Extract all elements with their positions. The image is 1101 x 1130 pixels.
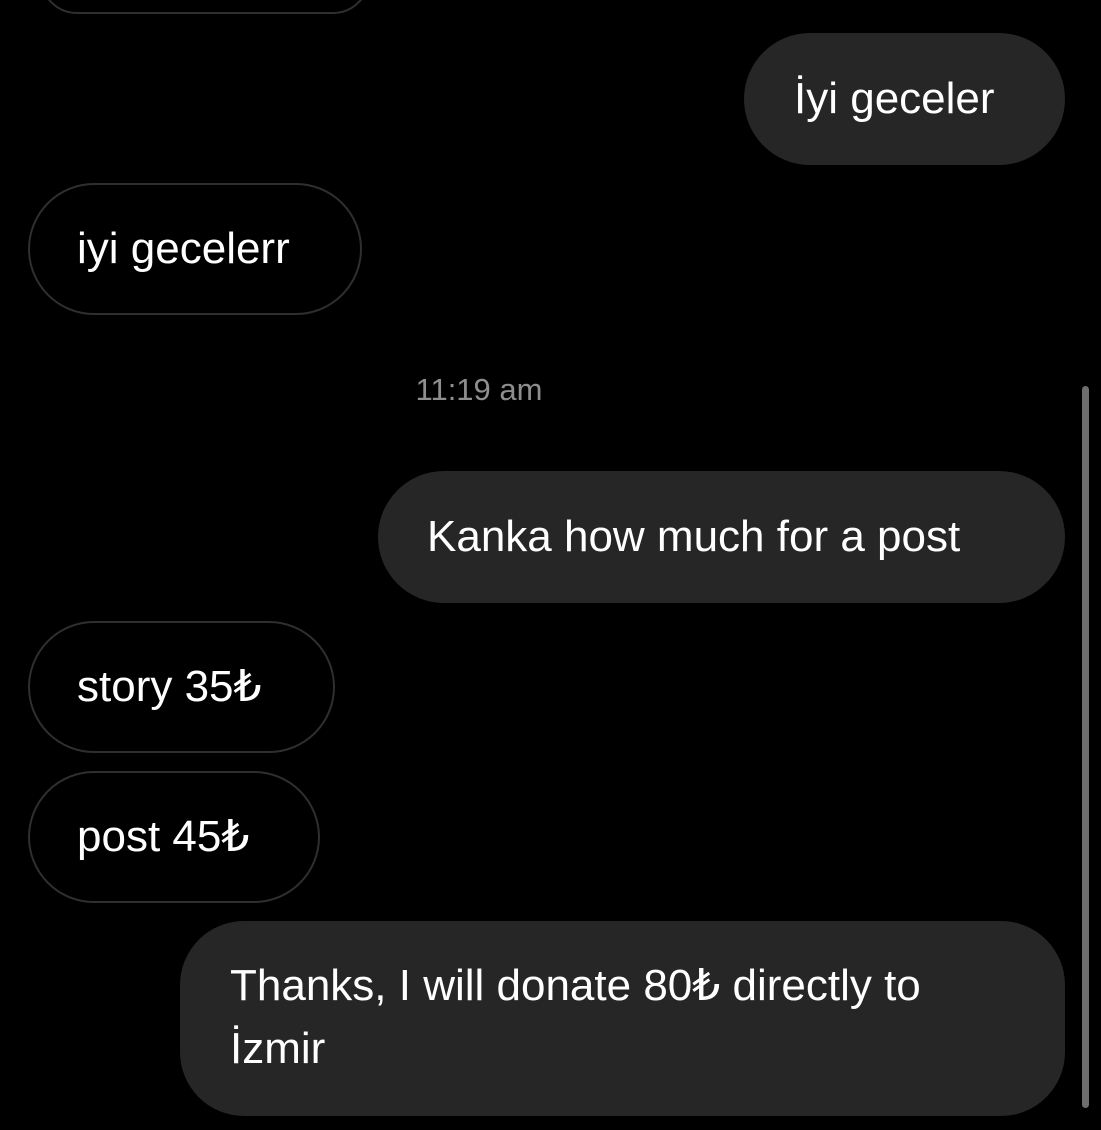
message-text: iyi gecelerr xyxy=(77,224,290,273)
message-text: story 35₺ xyxy=(77,662,262,711)
incoming-message-bubble[interactable]: iyi gecelerr xyxy=(28,183,362,315)
message-text: Kanka how much for a post xyxy=(427,512,961,561)
incoming-message-bubble[interactable]: story 35₺ xyxy=(28,621,335,753)
outgoing-message-bubble[interactable]: İyi geceler xyxy=(744,33,1065,165)
chat-thread: İyi geceler iyi gecelerr 11:19 am Kanka … xyxy=(0,0,1101,1130)
scrollbar[interactable] xyxy=(1082,386,1089,1108)
outgoing-message-bubble[interactable]: Kanka how much for a post xyxy=(378,471,1065,603)
message-timestamp: 11:19 am xyxy=(415,372,543,407)
incoming-message-bubble-partial[interactable] xyxy=(40,0,370,14)
message-text: Thanks, I will donate 80₺ directly to İz… xyxy=(230,961,921,1073)
outgoing-message-bubble[interactable]: Thanks, I will donate 80₺ directly to İz… xyxy=(180,921,1065,1116)
incoming-message-bubble[interactable]: post 45₺ xyxy=(28,771,320,903)
message-text: İyi geceler xyxy=(794,74,995,123)
message-text: post 45₺ xyxy=(77,812,250,861)
